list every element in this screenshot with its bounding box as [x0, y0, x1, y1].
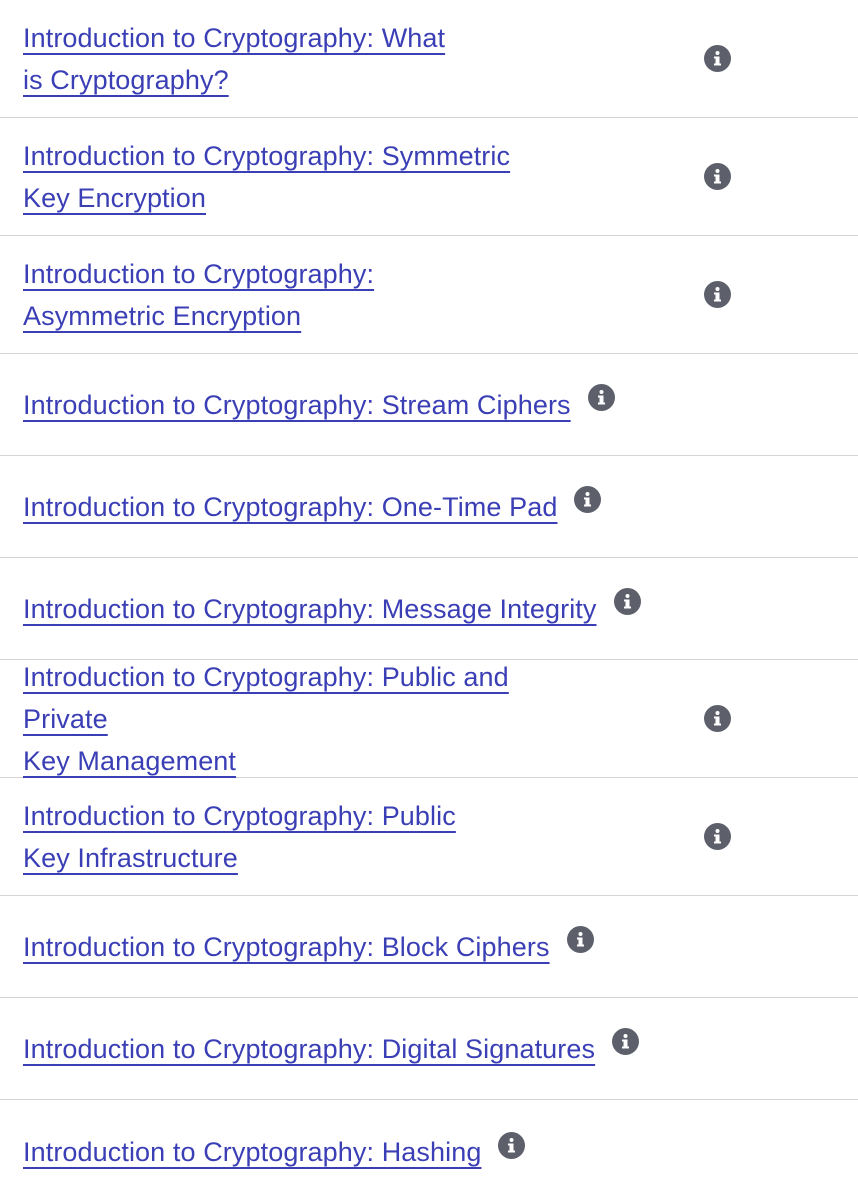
info-icon[interactable]: [704, 823, 731, 850]
course-link-line-2: Key Infrastructure: [23, 842, 238, 873]
course-link-line-1: Introduction to Cryptography: Symmetric: [23, 140, 511, 171]
list-item: Introduction to Cryptography: Hashing: [0, 1100, 858, 1204]
course-link-line-1: Introduction to Cryptography:: [23, 258, 375, 289]
list-item: Introduction to Cryptography: Public Key…: [0, 778, 858, 896]
course-link-line-2: Key Management: [23, 745, 237, 776]
course-link[interactable]: Introduction to Cryptography: Digital Si…: [23, 1028, 595, 1070]
list-item-content: Introduction to Cryptography: Block Ciph…: [23, 926, 594, 968]
list-item-content: Introduction to Cryptography: Asymmetric…: [23, 253, 731, 337]
course-link[interactable]: Introduction to Cryptography: Hashing: [23, 1131, 481, 1173]
course-link[interactable]: Introduction to Cryptography: Public and…: [23, 656, 583, 782]
course-link-line-2: is Cryptography?: [23, 64, 229, 95]
info-icon[interactable]: [574, 486, 602, 513]
course-link-line-1: Introduction to Cryptography: Public and…: [23, 661, 509, 734]
list-item-content: Introduction to Cryptography: Stream Cip…: [23, 384, 615, 426]
info-icon[interactable]: [587, 384, 615, 411]
list-item: Introduction to Cryptography: Digital Si…: [0, 998, 858, 1100]
course-link[interactable]: Introduction to Cryptography: Message In…: [23, 588, 597, 630]
list-item: Introduction to Cryptography: Asymmetric…: [0, 236, 858, 354]
course-link[interactable]: Introduction to Cryptography: One-Time P…: [23, 486, 557, 528]
info-icon[interactable]: [613, 588, 641, 615]
info-icon[interactable]: [612, 1028, 640, 1055]
list-item: Introduction to Cryptography: Message In…: [0, 558, 858, 660]
course-link[interactable]: Introduction to Cryptography: Stream Cip…: [23, 384, 571, 426]
course-link-line-2: Asymmetric Encryption: [23, 300, 302, 331]
info-icon[interactable]: [498, 1131, 526, 1159]
list-item: Introduction to Cryptography: Public and…: [0, 660, 858, 778]
list-item: Introduction to Cryptography: Stream Cip…: [0, 354, 858, 456]
course-link[interactable]: Introduction to Cryptography: Public Key…: [23, 795, 456, 879]
course-link[interactable]: Introduction to Cryptography: Symmetric …: [23, 135, 510, 219]
list-item-content: Introduction to Cryptography: What is Cr…: [23, 17, 731, 101]
info-icon[interactable]: [566, 926, 594, 953]
list-item-content: Introduction to Cryptography: Symmetric …: [23, 135, 731, 219]
course-link[interactable]: Introduction to Cryptography: Block Ciph…: [23, 926, 550, 968]
list-item: Introduction to Cryptography: What is Cr…: [0, 0, 858, 118]
list-item-content: Introduction to Cryptography: Public Key…: [23, 795, 731, 879]
list-item: Introduction to Cryptography: One-Time P…: [0, 456, 858, 558]
list-item-content: Introduction to Cryptography: Hashing: [23, 1131, 526, 1173]
course-link[interactable]: Introduction to Cryptography: What is Cr…: [23, 17, 445, 101]
course-link-line-1: Introduction to Cryptography: Public: [23, 800, 456, 831]
course-link[interactable]: Introduction to Cryptography: Asymmetric…: [23, 253, 374, 337]
course-list: Introduction to Cryptography: What is Cr…: [0, 0, 858, 1204]
info-icon[interactable]: [704, 705, 731, 732]
info-icon[interactable]: [704, 163, 731, 190]
list-item-content: Introduction to Cryptography: Digital Si…: [23, 1028, 640, 1070]
course-link-line-2: Key Encryption: [23, 182, 206, 213]
list-item-content: Introduction to Cryptography: Public and…: [23, 656, 731, 782]
list-item: Introduction to Cryptography: Block Ciph…: [0, 896, 858, 998]
info-icon[interactable]: [704, 45, 731, 72]
list-item-content: Introduction to Cryptography: Message In…: [23, 588, 641, 630]
list-item: Introduction to Cryptography: Symmetric …: [0, 118, 858, 236]
course-link-line-1: Introduction to Cryptography: What: [23, 22, 446, 53]
list-item-content: Introduction to Cryptography: One-Time P…: [23, 486, 602, 528]
info-icon[interactable]: [704, 281, 731, 308]
